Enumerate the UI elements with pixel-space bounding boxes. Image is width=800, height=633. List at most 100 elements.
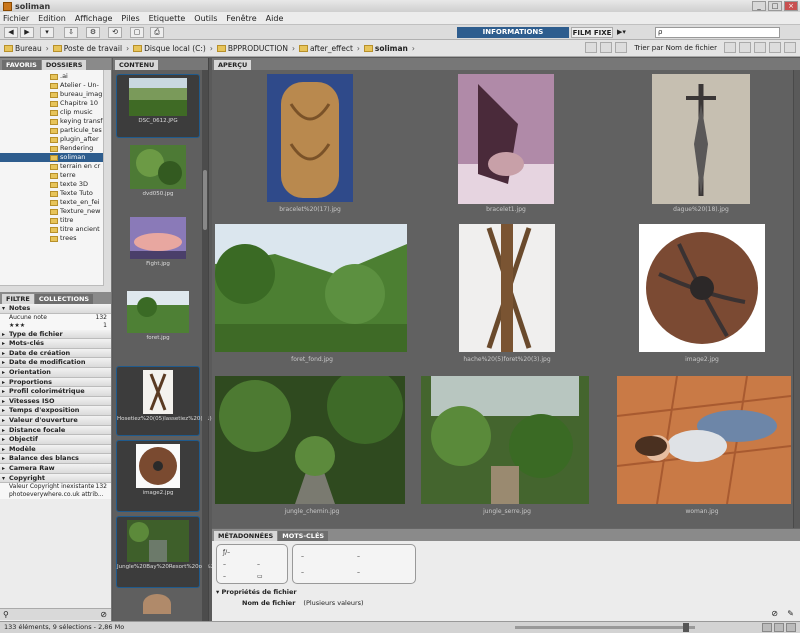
- filter-date-creation[interactable]: Date de création: [0, 348, 111, 359]
- content-scrollbar[interactable]: [202, 70, 208, 621]
- menu-etiquette[interactable]: Etiquette: [149, 14, 186, 23]
- content-thumb[interactable]: foret.jpg: [116, 288, 200, 354]
- tab-mots-cles[interactable]: MOTS-CLÉS: [278, 531, 329, 541]
- metadata-options-icon[interactable]: ⊘: [771, 609, 778, 618]
- grid-view-icon[interactable]: [762, 623, 772, 632]
- filter-notes-none[interactable]: Aucune note 132: [0, 313, 111, 322]
- preview-image-jungle-chemin[interactable]: [215, 376, 405, 504]
- filter-distance-focale[interactable]: Distance focale: [0, 425, 111, 436]
- filter-notes[interactable]: Notes: [0, 304, 111, 314]
- folder-tree-hscrollbar[interactable]: [0, 285, 104, 292]
- file-properties-header[interactable]: ▾ Propriétés de fichier: [216, 588, 297, 596]
- preview-scrollbar[interactable]: [793, 70, 800, 528]
- filter-items-icon[interactable]: [600, 42, 613, 53]
- search-input[interactable]: ρ: [655, 27, 780, 38]
- folder-node-selected[interactable]: soliman: [0, 153, 111, 162]
- menu-piles[interactable]: Piles: [121, 14, 139, 23]
- tab-metadonnees[interactable]: MÉTADONNÉES: [214, 531, 278, 541]
- preview-image-woman[interactable]: [617, 376, 791, 504]
- rotate-left-icon[interactable]: [739, 42, 751, 53]
- folder-node[interactable]: titre: [0, 216, 111, 225]
- content-thumb[interactable]: Jungle%20Bay%20Resort%20on%20Dominica.jp…: [116, 516, 254, 588]
- tab-dossiers[interactable]: DOSSIERS: [41, 60, 87, 70]
- preview-image-hache[interactable]: [459, 224, 555, 352]
- forward-button[interactable]: ▶: [20, 27, 34, 38]
- breadcrumb-bureau[interactable]: Bureau ›: [4, 44, 49, 53]
- partial-thumbnail[interactable]: [143, 594, 171, 614]
- folder-node[interactable]: terre: [0, 171, 111, 180]
- maximize-button[interactable]: □: [768, 1, 782, 11]
- content-thumb[interactable]: Hosetiez%20(05)lassetiez%20(21).jpg: [116, 366, 222, 436]
- folder-node[interactable]: texte_en_fei: [0, 198, 111, 207]
- folder-node[interactable]: keying transf: [0, 117, 111, 126]
- metadata-pencil-icon[interactable]: ✎: [787, 609, 794, 618]
- minimize-button[interactable]: _: [752, 1, 766, 11]
- scrollbar-thumb[interactable]: [203, 170, 207, 230]
- tab-collections[interactable]: COLLECTIONS: [34, 294, 94, 304]
- preview-image-bouclier[interactable]: [639, 224, 765, 352]
- folder-node[interactable]: Atelier - Un-: [0, 81, 111, 90]
- tab-favoris[interactable]: FAVORIS: [2, 60, 41, 70]
- breadcrumb-after-effect[interactable]: after_effect ›: [298, 44, 360, 53]
- folder-node[interactable]: Rendering: [0, 144, 111, 153]
- pin-icon[interactable]: ⚲: [3, 610, 9, 619]
- folder-node[interactable]: particule_tes: [0, 126, 111, 135]
- filter-type-fichier[interactable]: Type de fichier: [0, 329, 111, 340]
- filter-copyright-url[interactable]: photoeverywhere.co.uk attrib...: [0, 491, 111, 500]
- filter-profil-colorimetrique[interactable]: Profil colorimétrique: [0, 387, 111, 397]
- content-thumb[interactable]: DSC_0612.JPG: [116, 74, 200, 138]
- open-recent-icon[interactable]: ⟲: [108, 27, 122, 38]
- folder-node[interactable]: trees: [0, 234, 111, 243]
- menu-affichage[interactable]: Affichage: [75, 14, 113, 23]
- quality-icon[interactable]: [585, 42, 598, 53]
- workspace-essentials-tab[interactable]: INFORMATIONS ESSENTIELLES: [457, 27, 569, 47]
- sort-dropdown[interactable]: Trier par Nom de fichier: [634, 44, 717, 52]
- camera-download-icon[interactable]: ⇩: [64, 27, 78, 38]
- filter-notes-stars[interactable]: ★★★ 1: [0, 321, 111, 330]
- review-icon[interactable]: ▢: [130, 27, 144, 38]
- filter-proportions[interactable]: Proportions: [0, 377, 111, 388]
- breadcrumb-soliman[interactable]: soliman ›: [363, 44, 415, 53]
- folder-node[interactable]: bureau_imagi: [0, 90, 111, 99]
- menu-fichier[interactable]: Fichier: [3, 14, 29, 23]
- workspace-film-tab[interactable]: FILM FIXE: [571, 27, 613, 38]
- workspace-more-button[interactable]: ▶▾: [617, 27, 635, 38]
- preview-image-foret[interactable]: [215, 224, 407, 352]
- breadcrumb-bpproduction[interactable]: BPPRODUCTION ›: [216, 44, 295, 53]
- filter-copyright[interactable]: Copyright: [0, 473, 111, 484]
- filter-temps-exposition[interactable]: Temps d'exposition: [0, 406, 111, 416]
- filter-modele[interactable]: Modèle: [0, 444, 111, 455]
- tab-contenu[interactable]: CONTENU: [115, 60, 159, 70]
- breadcrumb-poste[interactable]: Poste de travail ›: [52, 44, 129, 53]
- star-icon[interactable]: [615, 42, 628, 53]
- folder-node[interactable]: titre ancient: [0, 225, 111, 234]
- output-icon[interactable]: ⎙: [150, 27, 164, 38]
- filter-objectif[interactable]: Objectif: [0, 435, 111, 445]
- folder-node[interactable]: clip music: [0, 108, 111, 117]
- folder-node[interactable]: Chapitre 10: [0, 99, 111, 108]
- tab-filtre[interactable]: FILTRE: [2, 294, 34, 304]
- filter-copyright-value[interactable]: Valeur Copyright inexistante 132: [0, 483, 111, 492]
- preview-image-bracelet1[interactable]: [458, 74, 554, 204]
- folder-node[interactable]: Texte Tuto: [0, 189, 111, 198]
- clear-filter-icon[interactable]: ⊘: [100, 610, 107, 619]
- breadcrumb-disque[interactable]: Disque local (C:) ›: [133, 44, 213, 53]
- preview-image-bracelet[interactable]: [267, 74, 353, 202]
- list-view-icon[interactable]: [786, 623, 796, 632]
- filter-orientation[interactable]: Orientation: [0, 367, 111, 378]
- delete-icon[interactable]: [784, 42, 796, 53]
- content-thumb[interactable]: dvd050.jpg: [116, 142, 200, 208]
- tab-apercu[interactable]: APERÇU: [214, 60, 252, 70]
- folder-node[interactable]: texte 3D: [0, 180, 111, 189]
- recent-folders-button[interactable]: ▾: [40, 27, 54, 38]
- folder-node[interactable]: terrain en cr: [0, 162, 111, 171]
- menu-aide[interactable]: Aide: [266, 14, 284, 23]
- refine-icon[interactable]: ⚙: [86, 27, 100, 38]
- folder-node[interactable]: .ai: [0, 72, 111, 81]
- filter-mots-cles[interactable]: Mots-clés: [0, 339, 111, 349]
- details-view-icon[interactable]: [774, 623, 784, 632]
- menu-outils[interactable]: Outils: [194, 14, 217, 23]
- thumbnail-size-slider[interactable]: [515, 623, 695, 632]
- filter-valeur-ouverture[interactable]: Valeur d'ouverture: [0, 415, 111, 426]
- menu-fenetre[interactable]: Fenêtre: [226, 14, 256, 23]
